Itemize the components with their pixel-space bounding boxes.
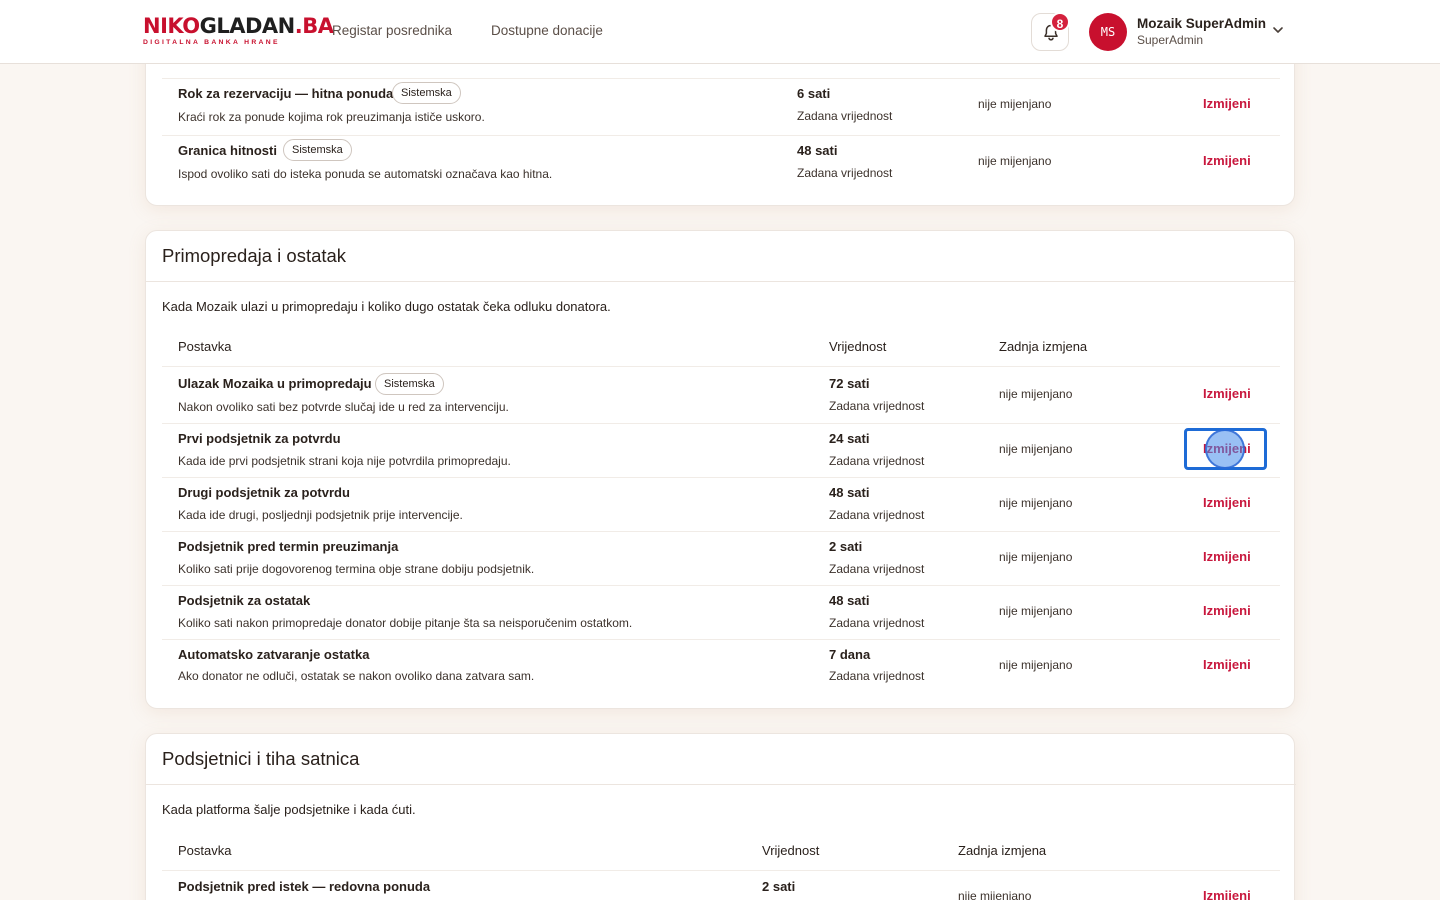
- setting-value: 6 sati: [797, 86, 831, 101]
- setting-last-change: nije mijenjano: [999, 496, 1073, 510]
- setting-name: Ulazak Mozaika u primopredaju: [178, 376, 372, 391]
- row-divider: [162, 531, 1280, 532]
- setting-name: Drugi podsjetnik za potvrdu: [178, 485, 350, 500]
- edit-button[interactable]: Izmijeni: [1203, 495, 1251, 510]
- column-header-value: Vrijednost: [829, 339, 887, 354]
- setting-last-change: nije mijenjano: [978, 154, 1052, 168]
- section-description: Kada platforma šalje podsjetnike i kada …: [162, 802, 416, 817]
- section-description: Kada Mozaik ulazi u primopredaju i kolik…: [162, 299, 611, 314]
- section-title: Podsjetnici i tiha satnica: [162, 748, 360, 769]
- edit-button[interactable]: Izmijeni: [1203, 153, 1251, 168]
- setting-description: Ispod ovoliko sati do isteka ponuda se a…: [178, 167, 553, 181]
- setting-description: Kada ide drugi, posljednji podsjetnik pr…: [178, 508, 463, 522]
- logo-wordmark: NIKOGLADAN.BA: [143, 14, 334, 38]
- setting-value-note: Zadana vrijednost: [829, 508, 925, 522]
- setting-value: 24 sati: [829, 431, 870, 446]
- row-divider: [162, 135, 1280, 136]
- setting-value: 48 sati: [829, 485, 870, 500]
- setting-last-change: nije mijenjano: [999, 387, 1073, 401]
- setting-description: Koliko sati prije dogovorenog termina ob…: [178, 562, 535, 576]
- system-badge: Sistemska: [283, 139, 352, 161]
- row-divider: [162, 639, 1280, 640]
- setting-value: 7 dana: [829, 647, 871, 662]
- setting-description: Nakon ovoliko sati bez potvrde slučaj id…: [178, 400, 509, 414]
- section-divider: [146, 281, 1296, 282]
- setting-name: Podsjetnik pred termin preuzimanja: [178, 539, 399, 554]
- setting-name: Podsjetnik pred istek — redovna ponuda: [178, 879, 431, 894]
- setting-value-note: Zadana vrijednost: [829, 562, 925, 576]
- settings-card-primopredaja: Primopredaja i ostatak Kada Mozaik ulazi…: [145, 230, 1296, 709]
- edit-button[interactable]: Izmijeni: [1203, 386, 1251, 401]
- logo-tagline: DIGITALNA BANKA HRANE: [143, 39, 280, 46]
- setting-description: Kraći rok za ponude kojima rok preuziman…: [178, 110, 485, 124]
- user-name[interactable]: Mozaik SuperAdmin: [1137, 16, 1266, 31]
- edit-button[interactable]: Izmijeni: [1203, 888, 1251, 900]
- setting-last-change: nije mijenjano: [999, 550, 1073, 564]
- setting-value: 2 sati: [829, 539, 863, 554]
- row-divider: [162, 423, 1280, 424]
- row-divider: [162, 78, 1280, 79]
- setting-description: Koliko sati nakon primopredaje donator d…: [178, 616, 633, 630]
- column-header-setting: Postavka: [178, 339, 232, 354]
- setting-value-note: Zadana vrijednost: [829, 454, 925, 468]
- setting-value-note: Zadana vrijednost: [829, 399, 925, 413]
- row-divider: [162, 366, 1280, 367]
- row-divider: [162, 477, 1280, 478]
- edit-button[interactable]: Izmijeni: [1203, 441, 1251, 456]
- setting-value-note: Zadana vrijednost: [797, 166, 893, 180]
- setting-value-note: Zadana vrijednost: [829, 616, 925, 630]
- setting-value-note: Zadana vrijednost: [829, 669, 925, 683]
- setting-value: 72 sati: [829, 376, 870, 391]
- system-badge: Sistemska: [375, 373, 444, 395]
- section-divider: [146, 784, 1296, 785]
- setting-last-change: nije mijenjano: [958, 889, 1032, 900]
- column-header-setting: Postavka: [178, 843, 232, 858]
- nav-link-dostupne-donacije[interactable]: Dostupne donacije: [491, 23, 603, 38]
- setting-description: Ako donator ne odluči, ostatak se nakon …: [178, 669, 535, 683]
- section-title: Primopredaja i ostatak: [162, 245, 347, 266]
- chevron-down-icon[interactable]: [1272, 26, 1284, 34]
- top-navigation-bar: NIKOGLADAN.BA DIGITALNA BANKA HRANE Regi…: [0, 0, 1440, 64]
- setting-name: Automatsko zatvaranje ostatka: [178, 647, 370, 662]
- setting-last-change: nije mijenjano: [999, 442, 1073, 456]
- row-divider: [162, 585, 1280, 586]
- setting-last-change: nije mijenjano: [999, 604, 1073, 618]
- nav-link-registar-posrednika[interactable]: Registar posrednika: [332, 23, 452, 38]
- setting-value: 2 sati: [762, 879, 796, 894]
- settings-card-podsjetnici: Podsjetnici i tiha satnica Kada platform…: [145, 733, 1296, 900]
- setting-name: Rok za rezervaciju — hitna ponuda: [178, 86, 394, 101]
- edit-button[interactable]: Izmijeni: [1203, 549, 1251, 564]
- setting-value-note: Zadana vrijednost: [797, 109, 893, 123]
- setting-last-change: nije mijenjano: [978, 97, 1052, 111]
- setting-value: 48 sati: [797, 143, 838, 158]
- setting-last-change: nije mijenjano: [999, 658, 1073, 672]
- setting-name: Podsjetnik za ostatak: [178, 593, 311, 608]
- notification-count-badge: 8: [1050, 12, 1070, 32]
- column-header-value: Vrijednost: [762, 843, 820, 858]
- user-role: SuperAdmin: [1137, 33, 1204, 47]
- edit-button[interactable]: Izmijeni: [1203, 96, 1251, 111]
- edit-button[interactable]: Izmijeni: [1203, 657, 1251, 672]
- column-header-last-change: Zadnja izmjena: [999, 339, 1088, 354]
- system-badge: Sistemska: [392, 82, 461, 104]
- setting-name: Granica hitnosti: [178, 143, 277, 158]
- setting-description: Kada ide prvi podsjetnik strani koja nij…: [178, 454, 511, 468]
- site-logo[interactable]: NIKOGLADAN.BA DIGITALNA BANKA HRANE: [143, 14, 334, 48]
- setting-value: 48 sati: [829, 593, 870, 608]
- user-avatar[interactable]: MS: [1089, 13, 1127, 51]
- edit-button[interactable]: Izmijeni: [1203, 603, 1251, 618]
- column-header-last-change: Zadnja izmjena: [958, 843, 1047, 858]
- row-divider: [162, 870, 1280, 871]
- setting-name: Prvi podsjetnik za potvrdu: [178, 431, 341, 446]
